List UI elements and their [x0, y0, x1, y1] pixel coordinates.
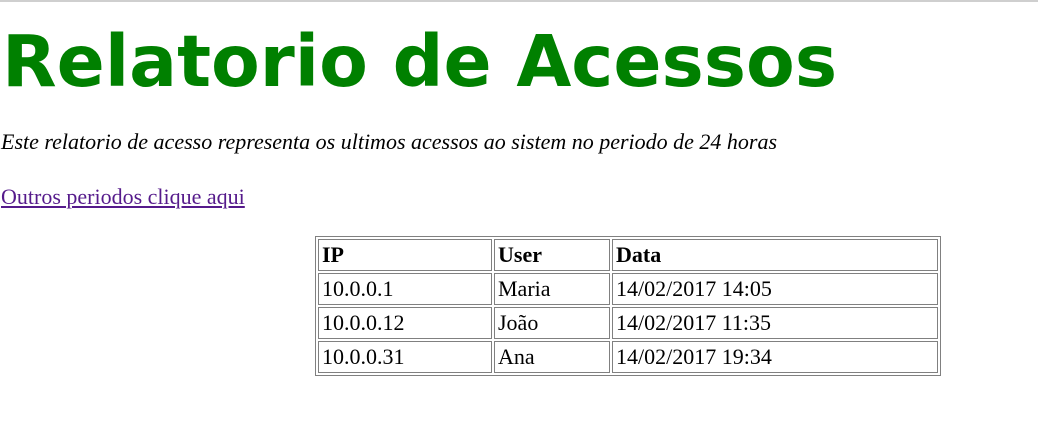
column-header-data: Data: [612, 239, 938, 271]
access-report-table: IP User Data 10.0.0.1 Maria 14/02/2017 1…: [315, 236, 941, 376]
cell-data: 14/02/2017 14:05: [612, 273, 938, 305]
cell-user: Maria: [494, 273, 610, 305]
cell-data: 14/02/2017 19:34: [612, 341, 938, 373]
cell-user: Ana: [494, 341, 610, 373]
table-header-row: IP User Data: [318, 239, 938, 271]
other-periods-link[interactable]: Outros periodos clique aqui: [1, 183, 245, 211]
column-header-ip: IP: [318, 239, 492, 271]
cell-data: 14/02/2017 11:35: [612, 307, 938, 339]
page: Relatorio de Acessos Este relatorio de a…: [0, 0, 1038, 448]
cell-ip: 10.0.0.12: [318, 307, 492, 339]
cell-ip: 10.0.0.31: [318, 341, 492, 373]
cell-ip: 10.0.0.1: [318, 273, 492, 305]
report-description: Este relatorio de acesso representa os u…: [1, 129, 778, 154]
table-row: 10.0.0.12 João 14/02/2017 11:35: [318, 307, 938, 339]
page-title: Relatorio de Acessos: [2, 20, 838, 103]
table-row: 10.0.0.1 Maria 14/02/2017 14:05: [318, 273, 938, 305]
column-header-user: User: [494, 239, 610, 271]
top-divider: [0, 0, 1038, 2]
table-row: 10.0.0.31 Ana 14/02/2017 19:34: [318, 341, 938, 373]
cell-user: João: [494, 307, 610, 339]
